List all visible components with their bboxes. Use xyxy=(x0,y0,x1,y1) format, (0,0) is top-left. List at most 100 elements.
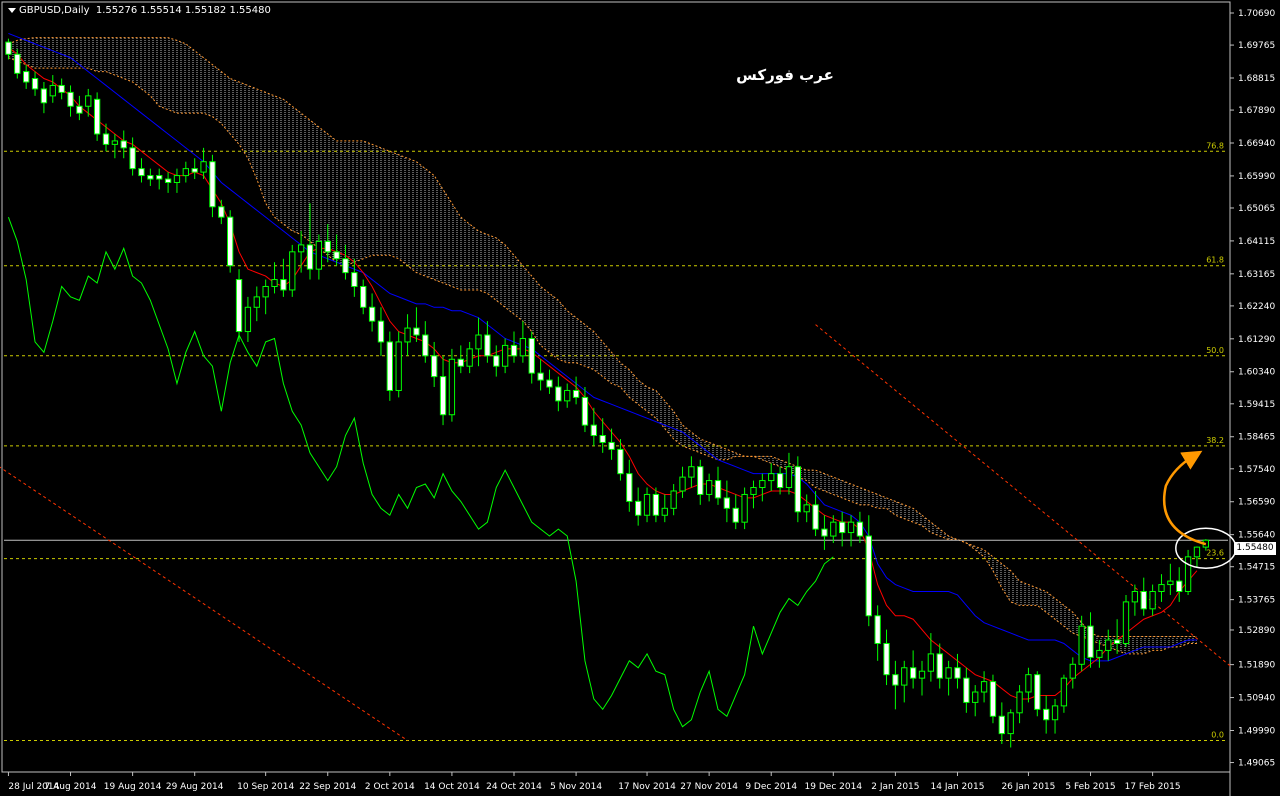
ohlc-values: 1.55276 1.55514 1.55182 1.55480 xyxy=(95,5,271,16)
candle-body xyxy=(235,279,243,333)
candle-body xyxy=(617,448,624,475)
price-axis: 1.70690 1.69765 1.68815 1.67890 1.66940 1.659… xyxy=(1230,9,1275,769)
y-tick-label: 1.62240 xyxy=(1238,302,1275,312)
y-tick-label: 1.63165 xyxy=(1238,270,1275,280)
candle-body xyxy=(901,667,908,686)
candle-body xyxy=(936,653,943,679)
x-tick-label: 14 Jan 2015 xyxy=(931,782,985,792)
candle-body xyxy=(643,493,651,516)
candle-body xyxy=(830,521,837,537)
candle-body xyxy=(289,251,296,291)
x-tick-label: 17 Feb 2015 xyxy=(1125,782,1181,792)
candle-body xyxy=(1149,590,1156,610)
candle-body xyxy=(58,84,65,93)
candle-body xyxy=(1051,705,1059,721)
time-axis: 28 Jul 20147 Aug 2014 19 Aug 2014 29 Aug 2… xyxy=(7,772,1181,792)
candle-body xyxy=(227,216,234,267)
x-tick-label: 5 Nov 2014 xyxy=(550,782,602,792)
candle-body xyxy=(546,379,553,388)
candle-body xyxy=(1069,663,1076,679)
candle-body xyxy=(1096,649,1103,658)
candle-body xyxy=(14,53,21,74)
y-tick-label: 1.56590 xyxy=(1238,498,1275,508)
fib-level-label: 23.6 xyxy=(1206,549,1224,558)
x-tick-label: 19 Aug 2014 xyxy=(104,782,162,792)
symbol-label: GBPUSD,Daily xyxy=(19,5,90,16)
y-tick-label: 1.64115 xyxy=(1238,237,1275,247)
candle-body xyxy=(856,521,864,537)
candle-body xyxy=(564,389,571,402)
candle-body xyxy=(590,424,597,437)
candle-body xyxy=(1158,584,1165,592)
fib-level-label: 38.2 xyxy=(1206,436,1224,445)
candle-body xyxy=(626,473,633,502)
price-chart[interactable]: 76.861.850.038.223.60.0 1.706901.697651.… xyxy=(0,0,1280,796)
y-tick-label: 1.70690 xyxy=(1238,9,1275,19)
x-tick-label: 5 Feb 2015 xyxy=(1065,782,1115,792)
candle-body xyxy=(972,691,979,703)
candle-body xyxy=(998,715,1005,735)
y-tick-label: 1.65990 xyxy=(1238,172,1275,182)
current-price-label: 1.55480 xyxy=(1234,542,1276,555)
candle-body xyxy=(1193,546,1201,558)
candle-body xyxy=(164,178,172,184)
x-tick-label: 7 Aug 2014 xyxy=(45,782,97,792)
y-tick-label: 1.55640 xyxy=(1238,531,1275,541)
candle-body xyxy=(510,344,518,357)
candle-body xyxy=(191,168,198,173)
candle-body xyxy=(1122,601,1130,644)
candle-body xyxy=(847,521,855,534)
candle-body xyxy=(5,41,12,55)
y-tick-label: 1.49065 xyxy=(1238,759,1275,769)
y-tick-label: 1.57540 xyxy=(1238,465,1275,475)
candle-body xyxy=(670,490,677,509)
x-tick-label: 26 Jan 2015 xyxy=(1001,782,1055,792)
y-tick-label: 1.52890 xyxy=(1238,626,1275,636)
candle-body xyxy=(785,466,793,489)
x-tick-label: 19 Dec 2014 xyxy=(805,782,863,792)
candle-body xyxy=(918,670,926,679)
candle-body xyxy=(581,396,589,426)
candle-body xyxy=(493,355,500,367)
candle-body xyxy=(1140,590,1147,610)
fib-level-label: 50.0 xyxy=(1206,346,1224,355)
trendlines xyxy=(0,324,1233,741)
candle-body xyxy=(360,285,367,308)
fib-level-label: 0.0 xyxy=(1211,731,1224,740)
candle-body xyxy=(528,337,535,374)
candle-body xyxy=(138,168,145,177)
chart-window: 76.8 61.8 50.0 38.2 23.6 0.0 1.70690 1.69765 1.… xyxy=(0,0,1280,796)
candle-body xyxy=(865,535,872,617)
candle-body xyxy=(111,140,119,145)
fib-level-label: 61.8 xyxy=(1206,256,1224,265)
candle-body xyxy=(1131,590,1139,603)
candle-body xyxy=(23,71,30,83)
candle-body xyxy=(688,466,695,478)
candle-body xyxy=(945,667,952,679)
indicator-lines xyxy=(7,32,1198,728)
candle-body xyxy=(404,327,411,343)
fibonacci-levels: 76.8 61.8 50.0 38.2 23.6 0.0 xyxy=(4,141,1228,742)
candle-body xyxy=(741,493,748,523)
ichimoku-cloud xyxy=(8,37,1197,655)
candle-body xyxy=(368,306,376,322)
candle-body xyxy=(768,473,775,482)
candle-body xyxy=(209,161,216,208)
candle-body xyxy=(599,435,606,443)
x-tick-label: 24 Oct 2014 xyxy=(486,782,542,792)
dropdown-triangle-icon[interactable] xyxy=(8,7,16,13)
y-tick-label: 1.65065 xyxy=(1238,204,1275,214)
candle-body xyxy=(1016,691,1023,714)
candle-body xyxy=(608,441,615,450)
x-tick-label: 2 Oct 2014 xyxy=(365,782,415,792)
candle-body xyxy=(776,473,784,489)
candle-body xyxy=(679,476,686,492)
candle-body xyxy=(794,466,801,513)
candle-body xyxy=(874,615,881,644)
candle-body xyxy=(377,320,385,343)
candle-body xyxy=(821,528,828,537)
candle-body xyxy=(342,258,349,274)
candle-body xyxy=(572,389,580,398)
y-tick-label: 1.67890 xyxy=(1238,106,1275,116)
candle-body xyxy=(1105,639,1112,651)
